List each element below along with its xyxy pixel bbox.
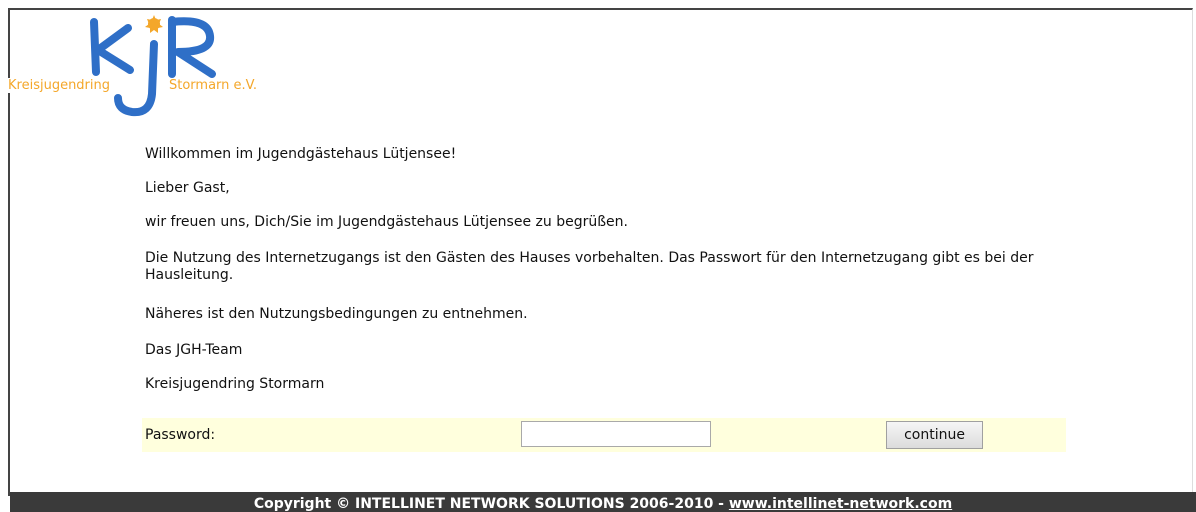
details-text: Näheres ist den Nutzungsbedingungen zu e… — [145, 306, 528, 322]
usage-text: Die Nutzung des Internetzugangs ist den … — [145, 250, 1034, 283]
copyright-text: Copyright © INTELLINET NETWORK SOLUTIONS… — [253, 496, 729, 512]
welcome-heading: Willkommen im Jugendgästehaus Lütjensee! — [145, 146, 457, 162]
greeting-text: Lieber Gast, — [145, 180, 230, 196]
team-signature: Das JGH-Team — [145, 342, 243, 358]
kjr-logo-icon — [90, 15, 216, 117]
copyright-footer: Copyright © INTELLINET NETWORK SOLUTIONS… — [10, 492, 1196, 512]
password-form-row: Password: continue — [142, 418, 1066, 452]
intro-text: wir freuen uns, Dich/Sie im Jugendgästeh… — [145, 214, 628, 230]
password-input[interactable] — [521, 421, 711, 447]
continue-button[interactable]: continue — [886, 421, 983, 449]
logo-text-stormarn: Stormarn e.V. — [168, 78, 258, 93]
password-label: Password: — [145, 427, 216, 443]
logo-text-kreisjugendring: Kreisjugendring — [8, 78, 113, 93]
kjr-logo: Kreisjugendring Stormarn e.V. — [8, 14, 298, 122]
intellinet-link[interactable]: www.intellinet-network.com — [729, 496, 952, 512]
org-signature: Kreisjugendring Stormarn — [145, 376, 325, 392]
